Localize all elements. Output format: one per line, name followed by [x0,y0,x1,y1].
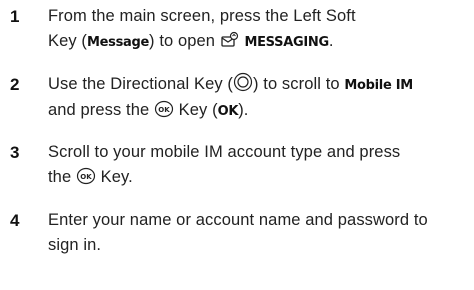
step-text-fragment: Use the Directional Key ( [48,75,233,93]
soft-key-label: Message [87,35,150,50]
svg-text:OK: OK [158,106,170,114]
step-text-fragment: Key. [95,168,133,186]
ok-key-icon: OK [154,100,174,118]
step-text: Use the Directional Key () to scroll to … [48,72,468,124]
step-number: 3 [10,143,20,162]
step-number: 4 [10,211,20,230]
directional-key-icon [233,72,253,92]
step-text-fragment: . [328,32,334,50]
step-text-line: From the main screen, press the Left Sof… [48,7,356,25]
step-number: 2 [10,75,20,94]
step-text-fragment: ) to scroll to [253,75,345,93]
step-text-fragment: and press the [48,101,154,119]
ok-label: OK [217,104,239,119]
step-text: Enter your name or account name and pass… [48,208,468,258]
step-text-line: Enter your name or account name and pass… [48,211,428,229]
step-text-line: Scroll to your mobile IM account type an… [48,143,401,161]
step-text-fragment: ). [238,101,249,119]
svg-text:OK: OK [80,173,92,181]
messaging-icon [220,31,240,49]
step-text: Scroll to your mobile IM account type an… [48,140,468,190]
step-text-fragment: the [48,168,76,186]
ok-key-icon: OK [76,167,96,185]
step-text-line: sign in. [48,236,102,254]
step-number: 1 [10,7,20,26]
step-text-fragment: Key ( [48,32,88,50]
menu-name: MESSAGING [244,35,329,50]
menu-item-name: Mobile IM [344,78,413,93]
step-text: From the main screen, press the Left Sof… [48,4,468,55]
step-text-fragment: Key ( [173,101,218,119]
step-text-fragment: ) to open [149,32,220,50]
